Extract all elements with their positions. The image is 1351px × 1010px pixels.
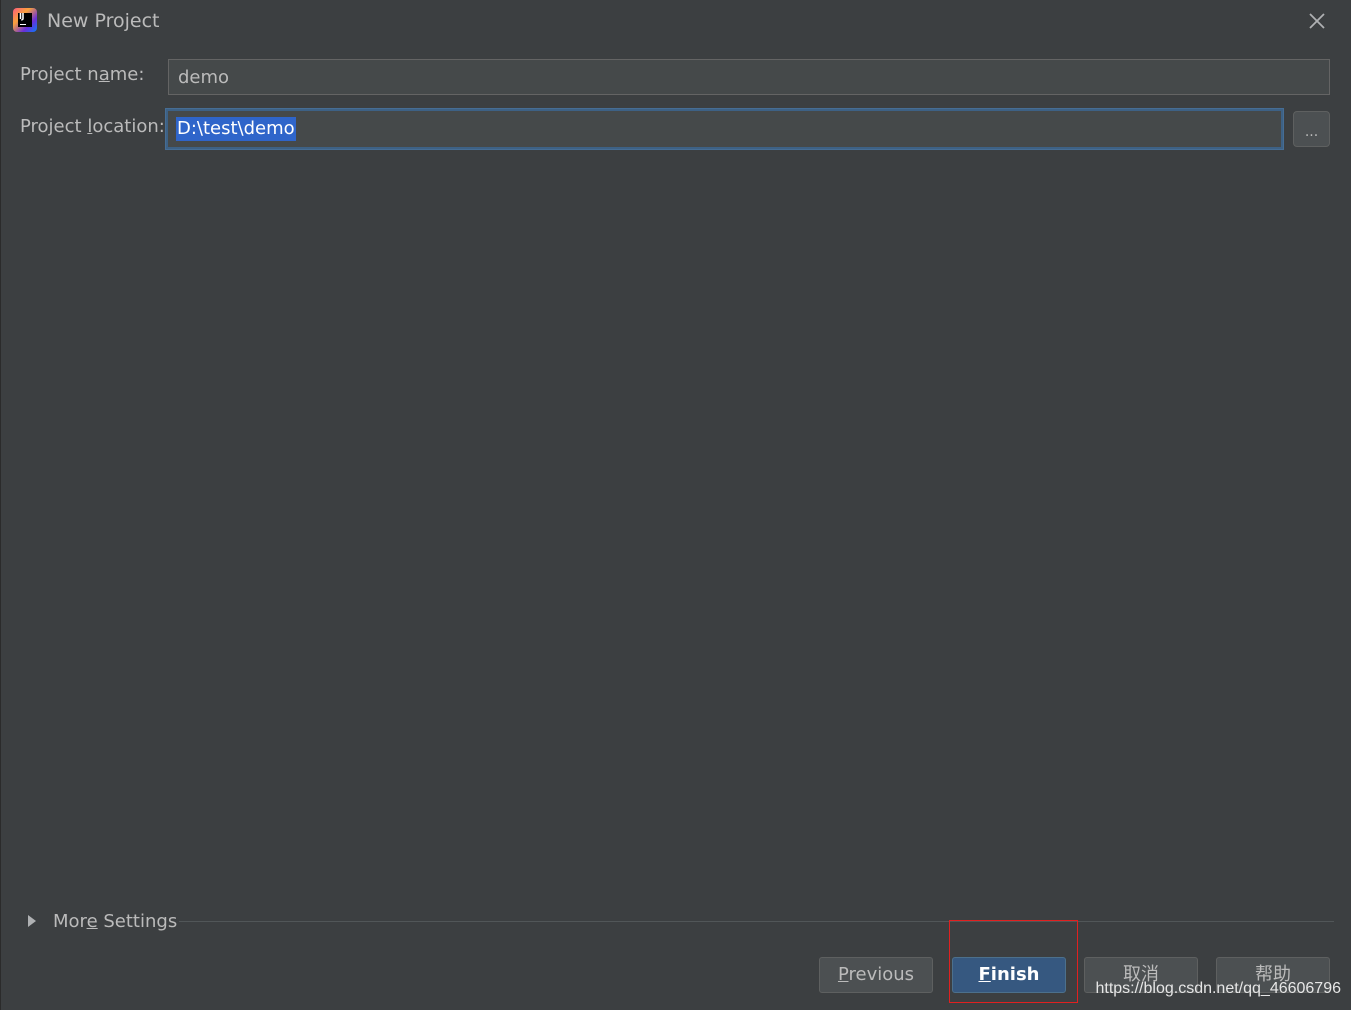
cancel-button[interactable]: 取消 [1084,957,1198,993]
more-settings-label: More Settings [53,910,178,932]
help-button[interactable]: 帮助 [1216,957,1330,993]
dialog-title: New Project [47,10,160,32]
project-name-label: Project name: [20,64,145,85]
project-location-input[interactable]: D:\test\demo [166,109,1283,149]
new-project-dialog: IJ New Project Project name: demo Projec… [0,0,1351,1010]
finish-button[interactable]: Finish [952,957,1066,993]
previous-button[interactable]: Previous [819,957,933,993]
close-icon[interactable] [1306,10,1328,32]
browse-button[interactable]: ... [1293,111,1330,147]
project-name-value: demo [178,66,230,88]
project-location-value: D:\test\demo [176,117,296,141]
title-bar: IJ New Project [1,0,1351,44]
more-settings-toggle[interactable]: More Settings [25,907,177,935]
intellij-idea-icon: IJ [13,8,37,32]
more-settings-separator [179,921,1334,922]
triangle-right-icon [28,915,36,927]
project-name-input[interactable]: demo [168,59,1330,95]
project-location-label: Project location: [20,116,165,137]
